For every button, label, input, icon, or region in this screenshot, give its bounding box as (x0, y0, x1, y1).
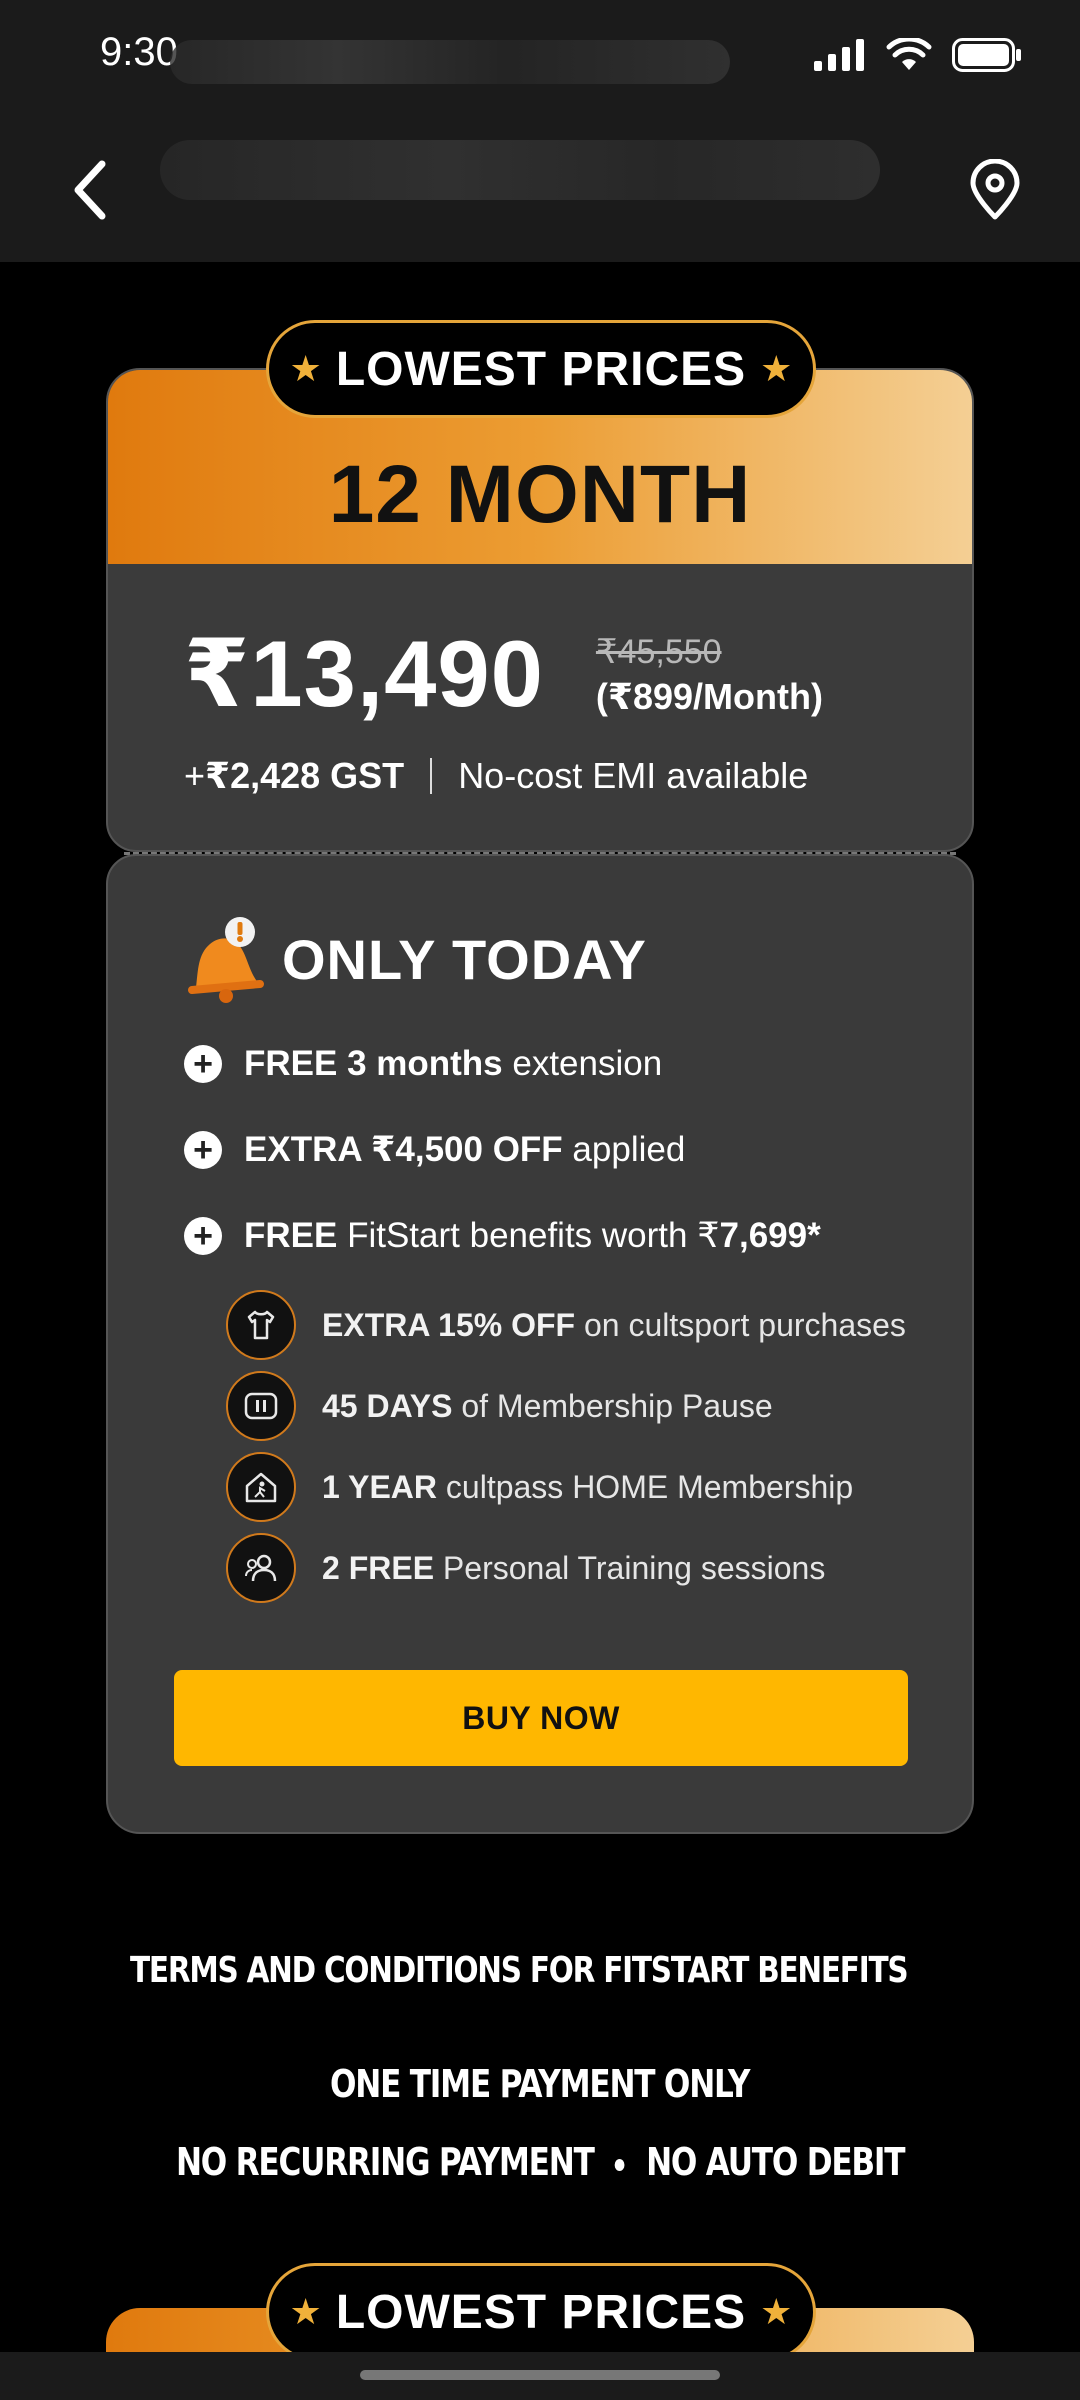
price-details: ₹45,550 (₹899/Month) (596, 632, 823, 718)
terms-link[interactable]: TERMS AND CONDITIONS FOR FITSTART BENEFI… (130, 1930, 960, 2010)
benefit-text: on cultsport purchases (575, 1306, 906, 1343)
offer-text: FitStart benefits worth ₹ (337, 1216, 720, 1255)
offer-worth: 7,699* (719, 1216, 821, 1255)
pricing-card-top: 12 MONTH ₹13,490 ₹45,550 (₹899/Month) + … (106, 368, 974, 852)
benefit-bold: 45 DAYS (322, 1387, 453, 1424)
payment-note-line2: NO RECURRING PAYMENT NO AUTO DEBIT (0, 2140, 1080, 2184)
offer-item: + FREE 3 months extension (184, 1044, 662, 1084)
home-workout-icon (226, 1452, 296, 1522)
home-indicator[interactable] (360, 2370, 720, 2380)
benefit-item: 2 FREE Personal Training sessions (226, 1533, 825, 1603)
offer-bold: FREE 3 months (244, 1044, 503, 1083)
header-title-blur (160, 140, 880, 200)
only-today-row: ONLY TODAY (184, 914, 647, 1004)
lowest-prices-badge-next: ★ LOWEST PRICES ★ (266, 2263, 816, 2361)
badge-label: LOWEST PRICES (335, 342, 747, 396)
lowest-prices-badge: ★ LOWEST PRICES ★ (266, 320, 816, 418)
benefit-bold: 2 FREE (322, 1549, 435, 1586)
no-recurring-payment: NO RECURRING PAYMENT (175, 2140, 595, 2184)
plus-circle-icon: + (184, 1045, 222, 1083)
wifi-icon (886, 38, 932, 70)
pause-card-icon (226, 1371, 296, 1441)
offer-bold: EXTRA ₹4,500 OFF (244, 1130, 563, 1169)
benefit-item: 45 DAYS of Membership Pause (226, 1371, 773, 1441)
status-icons (814, 38, 1022, 72)
plus-circle-icon: + (184, 1131, 222, 1169)
offer-text: extension (502, 1044, 663, 1083)
offer-text: applied (562, 1130, 686, 1169)
bullet-dot (614, 2158, 625, 2171)
status-time: 9:30 (100, 30, 178, 74)
offer-item: + EXTRA ₹4,500 OFF applied (184, 1130, 685, 1170)
offer-item: + FREE FitStart benefits worth ₹ 7,699* (184, 1216, 821, 1256)
plan-duration: 12 MONTH (328, 449, 752, 540)
plan-price: ₹13,490 (184, 621, 544, 726)
price-row: ₹13,490 ₹45,550 (₹899/Month) (184, 620, 823, 729)
status-bar: 9:30 (0, 0, 1080, 110)
star-icon: ★ (760, 348, 793, 389)
terms-label: TERMS AND CONDITIONS FOR FITSTART BENEFI… (130, 1949, 909, 1991)
signal-icon (814, 39, 864, 71)
badge-label: LOWEST PRICES (335, 2285, 747, 2339)
benefit-item: 1 YEAR cultpass HOME Membership (226, 1452, 853, 1522)
offer-title: ONLY TODAY (282, 927, 647, 991)
location-pin-icon (970, 159, 1020, 220)
gst-prefix: + (184, 755, 206, 796)
back-button[interactable] (60, 150, 120, 230)
payment-note-line2-inner: NO RECURRING PAYMENT NO AUTO DEBIT (175, 2140, 906, 2184)
benefit-bold: 1 YEAR (322, 1468, 438, 1505)
header (0, 110, 1080, 262)
buy-now-button[interactable]: BUY NOW (174, 1670, 908, 1766)
benefit-text: Personal Training sessions (434, 1549, 826, 1586)
chevron-left-icon (74, 160, 106, 220)
no-auto-debit: NO AUTO DEBIT (645, 2140, 905, 2184)
star-icon: ★ (760, 2291, 793, 2332)
separator (430, 758, 433, 794)
one-time-payment: ONE TIME PAYMENT ONLY (330, 2062, 750, 2106)
gst-amount: ₹2,428 GST (205, 755, 405, 796)
trainer-icon (226, 1533, 296, 1603)
original-price: ₹45,550 (595, 632, 722, 671)
benefit-text: cultpass HOME Membership (437, 1468, 854, 1505)
star-icon: ★ (289, 2291, 322, 2332)
star-icon: ★ (289, 348, 322, 389)
gst-row: + ₹2,428 GST No-cost EMI available (184, 755, 808, 797)
offer-bold: FREE (244, 1216, 338, 1255)
pricing-card: 12 MONTH ₹13,490 ₹45,550 (₹899/Month) + … (106, 368, 974, 1834)
location-button[interactable] (960, 150, 1030, 230)
bell-alert-icon (188, 917, 264, 1003)
benefit-item: EXTRA 15% OFF on cultsport purchases (226, 1290, 906, 1360)
payment-note-line1: ONE TIME PAYMENT ONLY (0, 2062, 1080, 2106)
monthly-price: (₹899/Month) (595, 675, 823, 717)
tshirt-icon (226, 1290, 296, 1360)
emi-text: No-cost EMI available (458, 755, 809, 796)
status-blur (170, 40, 730, 84)
battery-icon (952, 38, 1021, 72)
benefit-text: of Membership Pause (452, 1387, 773, 1424)
offers-section: ONLY TODAY + FREE 3 months extension + E… (106, 854, 974, 1834)
plus-circle-icon: + (184, 1217, 222, 1255)
benefit-bold: EXTRA 15% OFF (322, 1306, 576, 1343)
